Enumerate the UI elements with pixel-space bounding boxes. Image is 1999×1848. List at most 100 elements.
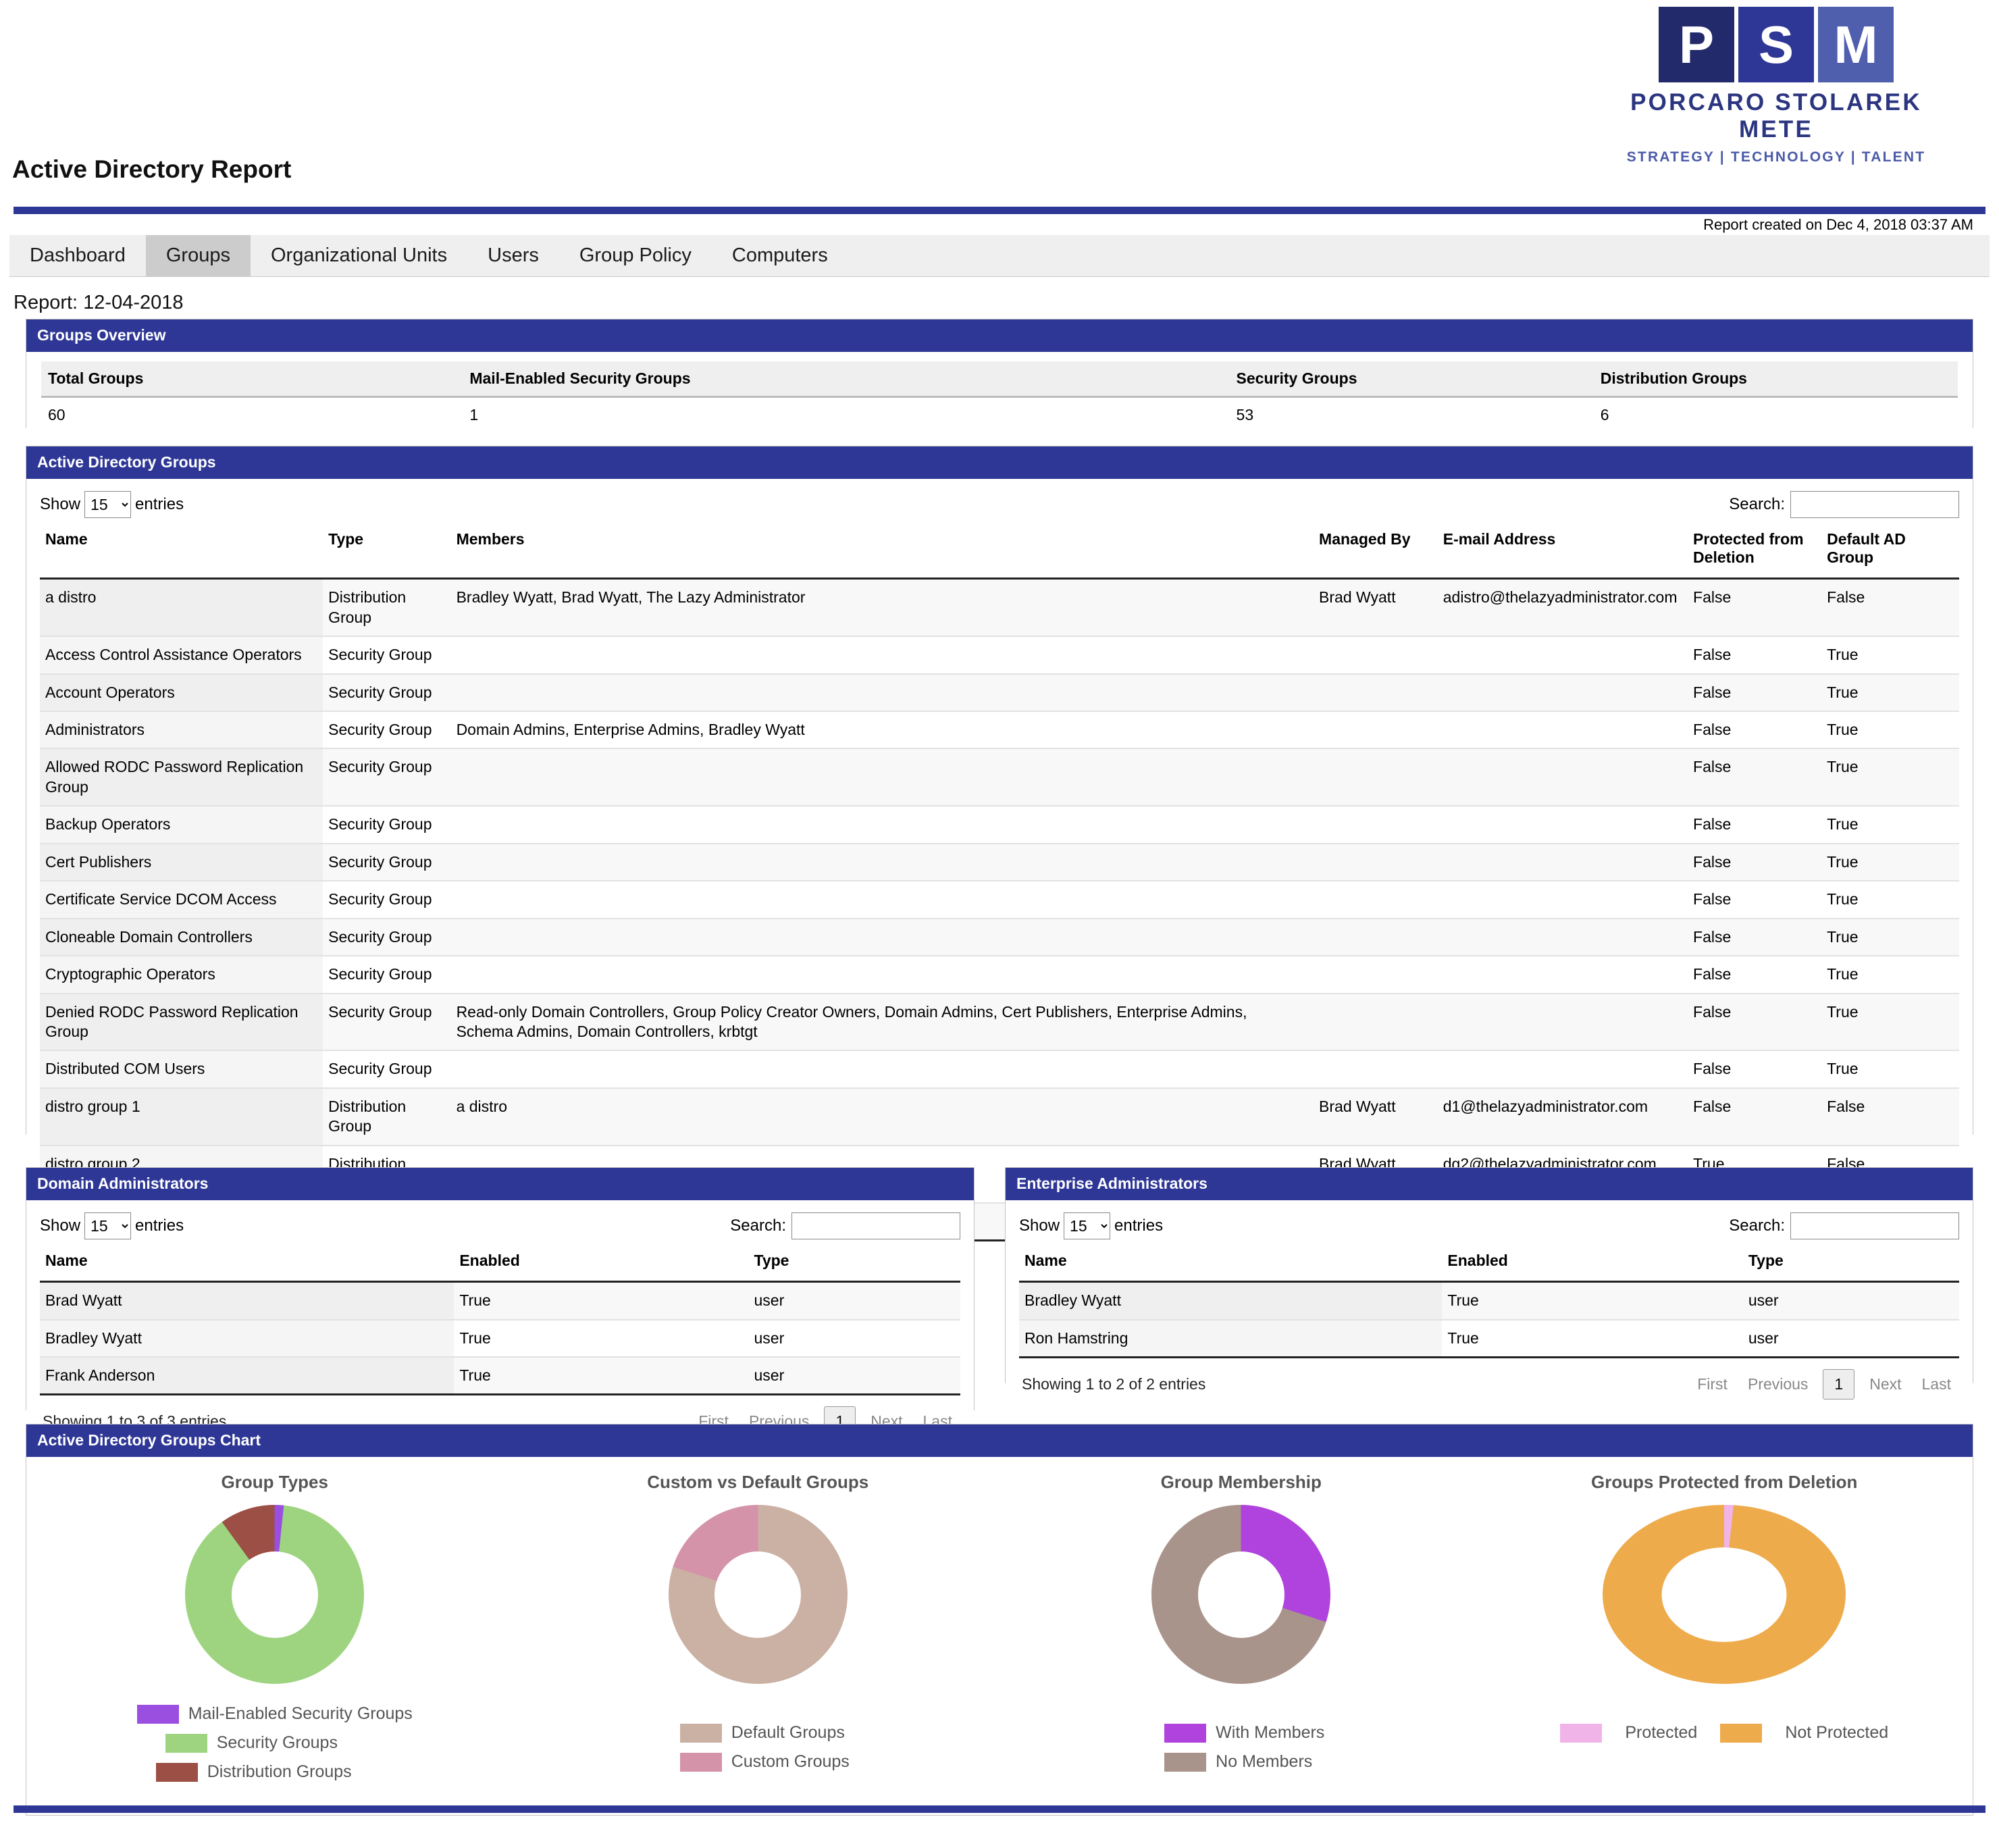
cell-type: Security Group (323, 636, 451, 675)
logo-square-m: M (1818, 7, 1894, 82)
cell-protected: False (1688, 711, 1822, 750)
col-name[interactable]: Name (1019, 1246, 1443, 1283)
col-name[interactable]: Name (40, 525, 323, 580)
col-type[interactable]: Type (1742, 1246, 1959, 1283)
cell-members (450, 636, 1314, 675)
donut-groups-protected (1603, 1505, 1846, 1684)
cell-enabled: True (454, 1281, 749, 1320)
legend-label: Not Protected (1785, 1723, 1889, 1742)
cell-email (1437, 748, 1688, 807)
cell-email (1437, 956, 1688, 994)
groups-overview-panel: Groups Overview Total Groups Mail-Enable… (26, 319, 1973, 442)
col-name[interactable]: Name (40, 1246, 455, 1283)
legend-swatch-icon (136, 1704, 179, 1724)
table-row: Cert Publishers Security Group False True (40, 843, 1959, 882)
col-type[interactable]: Type (748, 1246, 960, 1283)
tab-bar: Dashboard Groups Organizational Units Us… (9, 235, 1990, 277)
col-default-ad-group[interactable]: Default AD Group (1821, 525, 1959, 580)
donut-group-types (185, 1505, 365, 1684)
tab-groups[interactable]: Groups (145, 235, 251, 276)
search-label: Search: (1729, 1216, 1785, 1235)
tab-group-policy[interactable]: Group Policy (559, 235, 712, 276)
pagination-last[interactable]: Last (1917, 1372, 1956, 1396)
table-row: Access Control Assistance Operators Secur… (40, 636, 1959, 675)
cell-protected: False (1688, 636, 1822, 675)
cell-type: Security Group (323, 881, 451, 919)
tab-dashboard[interactable]: Dashboard (9, 235, 146, 276)
cell-default-ad: True (1821, 748, 1959, 807)
domain-admins-search-input[interactable] (791, 1212, 960, 1239)
pagination-previous[interactable]: Previous (1742, 1372, 1813, 1396)
cell-members: Bradley Wyatt, Brad Wyatt, The Lazy Admi… (450, 578, 1314, 638)
legend-swatch-icon (155, 1762, 198, 1782)
table-row: Allowed RODC Password Replication Group S… (40, 748, 1959, 807)
col-type[interactable]: Type (323, 525, 451, 580)
col-enabled[interactable]: Enabled (1442, 1246, 1743, 1283)
domain-admins-controls: Show 152550100 entries Search: (40, 1208, 960, 1246)
cell-type: user (748, 1281, 960, 1320)
legend-item-group: Protected Not Protected (1560, 1723, 1888, 1743)
chart-legend: Protected Not Protected (1560, 1723, 1888, 1743)
show-label: Show (40, 1216, 81, 1235)
cell-email (1437, 806, 1688, 844)
logo-square-s: S (1738, 7, 1814, 82)
donut-group-membership (1151, 1505, 1331, 1684)
groups-page-length-select[interactable]: 152550100 (84, 491, 132, 518)
search-label: Search: (1729, 495, 1785, 513)
tab-users[interactable]: Users (467, 235, 559, 276)
logo-square-p: P (1659, 7, 1734, 82)
legend-item: Distribution Groups (137, 1762, 413, 1782)
report-date-line: Report: 12-04-2018 (14, 292, 184, 313)
cell-type: Security Group (323, 843, 451, 882)
enterprise-admins-length-control: Show 152550100 entries (1019, 1212, 1163, 1239)
header-divider (14, 207, 1985, 214)
col-protected-from-deletion[interactable]: Protected from Deletion (1688, 525, 1822, 580)
cell-name: Brad Wyatt (40, 1281, 455, 1320)
entries-label: entries (135, 495, 184, 513)
legend-swatch-icon (1164, 1752, 1207, 1772)
legend-item: Custom Groups (667, 1752, 850, 1772)
table-row: Frank Anderson True user (40, 1357, 960, 1396)
table-row: Brad Wyatt True user (40, 1281, 960, 1320)
entries-label: entries (1114, 1216, 1164, 1235)
cell-enabled: True (454, 1357, 749, 1396)
col-email-address[interactable]: E-mail Address (1437, 525, 1688, 580)
legend-label: Security Groups (216, 1733, 338, 1752)
legend-swatch-icon (165, 1733, 207, 1753)
cell-type: Distribution Group (323, 1087, 451, 1146)
col-enabled[interactable]: Enabled (454, 1246, 749, 1283)
domain-admins-length-control: Show 152550100 entries (40, 1212, 184, 1239)
pagination-first[interactable]: First (1692, 1372, 1733, 1396)
enterprise-admins-search-input[interactable] (1790, 1212, 1959, 1239)
cell-managed-by (1314, 636, 1438, 675)
cell-email: d1@thelazyadministrator.com (1437, 1087, 1688, 1146)
domain-admins-page-length-select[interactable]: 152550100 (84, 1212, 132, 1239)
cell-default-ad: True (1821, 806, 1959, 844)
tab-computers[interactable]: Computers (711, 235, 848, 276)
pagination-next[interactable]: Next (1864, 1372, 1906, 1396)
cell-type: Security Group (323, 806, 451, 844)
col-members[interactable]: Members (450, 525, 1314, 580)
cell-email (1437, 636, 1688, 675)
enterprise-admins-page-length-select[interactable]: 152550100 (1064, 1212, 1111, 1239)
cell-managed-by (1314, 843, 1438, 882)
enterprise-admins-controls: Show 152550100 entries Search: (1019, 1208, 1959, 1246)
pagination-page-1[interactable]: 1 (1823, 1369, 1855, 1400)
tab-organizational-units[interactable]: Organizational Units (250, 235, 468, 276)
table-row: Certificate Service DCOM Access Security … (40, 881, 1959, 919)
col-managed-by[interactable]: Managed By (1314, 525, 1438, 580)
charts-panel-title: Active Directory Groups Chart (26, 1424, 1973, 1457)
cell-name: Distributed COM Users (40, 1050, 323, 1089)
cell-email (1437, 1050, 1688, 1089)
chart-title: Group Types (221, 1472, 328, 1492)
legend-label: Mail-Enabled Security Groups (188, 1704, 413, 1723)
cell-name: Cryptographic Operators (40, 956, 323, 994)
groups-search-input[interactable] (1790, 491, 1959, 518)
cell-default-ad: True (1821, 711, 1959, 750)
cell-type: user (1742, 1281, 1959, 1320)
entries-label: entries (135, 1216, 184, 1235)
domain-admins-search-control: Search: (730, 1212, 960, 1239)
table-row: Bradley Wyatt True user (40, 1319, 960, 1358)
cell-members (450, 673, 1314, 713)
footer-divider (14, 1805, 1985, 1813)
